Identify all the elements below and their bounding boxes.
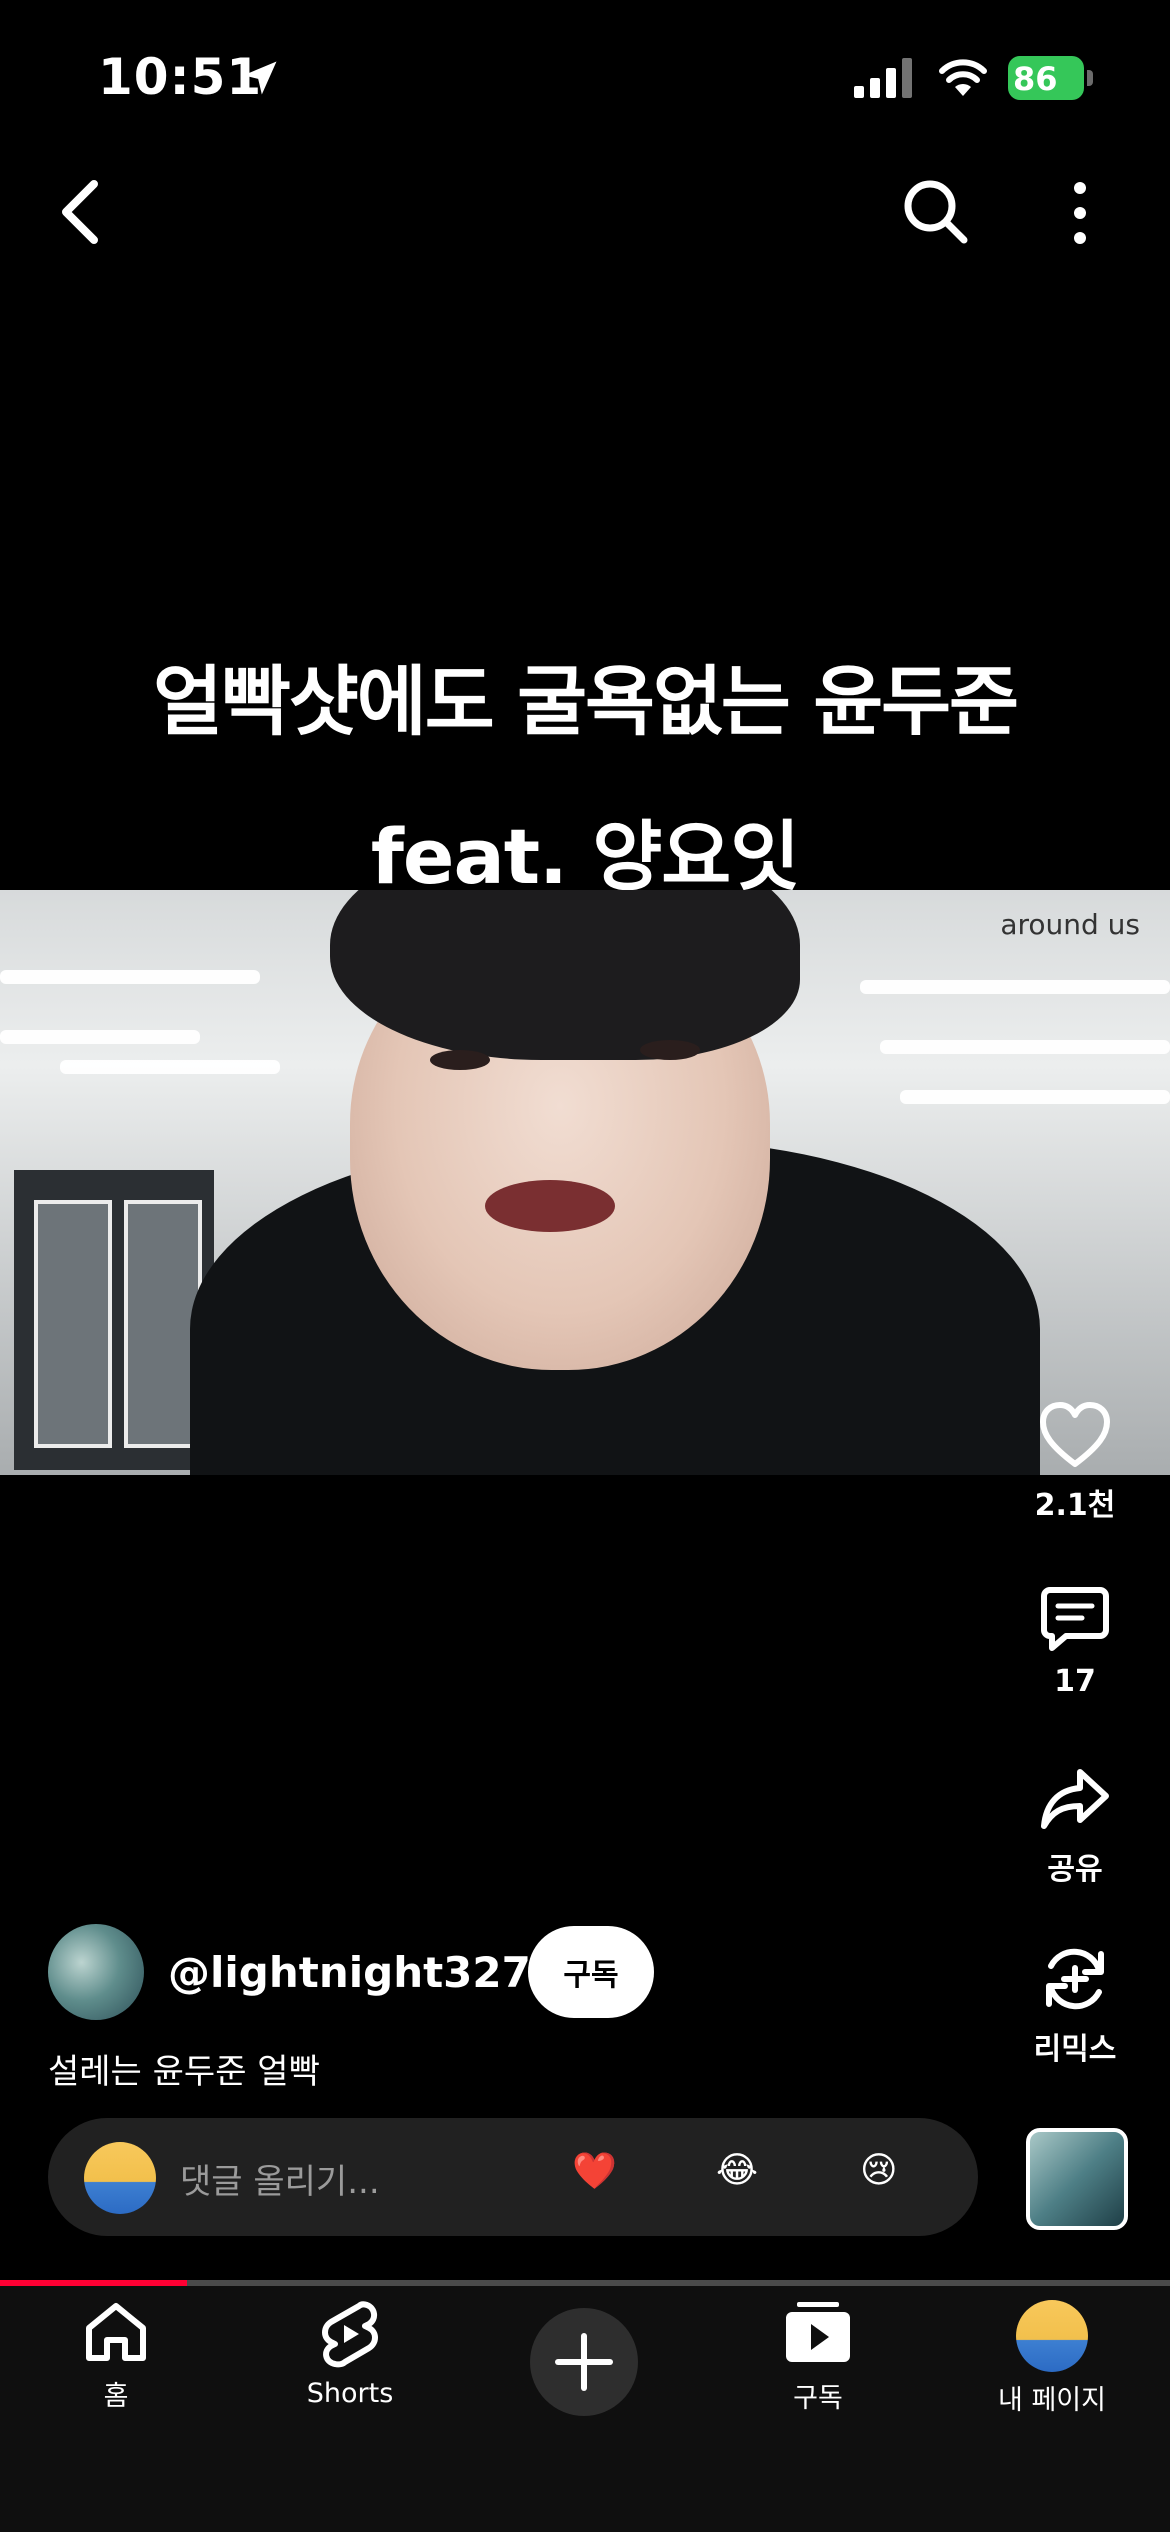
video-caption-line1: 얼빡샷에도 굴욕없는 윤두준 [153,657,1019,746]
comment-icon [1041,1587,1109,1651]
nav-home-label: 홈 [103,2381,129,2412]
nav-my-page[interactable]: 내 페이지 [952,2300,1152,2417]
comment-placeholder[interactable]: 댓글 올리기... [180,2154,380,2203]
cellular-signal-icon [854,58,912,98]
like-count: 2.1천 [1034,1488,1116,1523]
remix-label: 리믹스 [1033,2032,1117,2067]
remix-button[interactable]: 리믹스 [1010,1944,1140,2068]
sound-remix-thumbnail[interactable] [1026,2128,1128,2230]
battery-level: 86 [1013,60,1058,98]
watermark-logo: around us [1000,908,1140,941]
location-arrow-icon [243,61,277,95]
shorts-icon [322,2301,378,2368]
channel-avatar[interactable] [48,1924,144,2020]
search-icon[interactable] [900,176,970,246]
share-icon [1041,1769,1109,1829]
emoji-cry-button[interactable]: 😢 [860,2150,898,2191]
subscribe-button[interactable]: 구독 [528,1926,654,2018]
nav-subscriptions-label: 구독 [793,2383,843,2414]
user-avatar [84,2142,156,2214]
nav-subscriptions[interactable]: 구독 [718,2300,918,2415]
create-button[interactable] [530,2308,638,2416]
wifi-icon [939,59,987,96]
more-options-icon[interactable] [1060,180,1100,246]
nav-shorts[interactable]: Shorts [250,2300,450,2409]
emoji-laugh-button[interactable]: 😂 [716,2150,758,2191]
background-door [14,1170,214,1470]
subscriptions-icon [786,2302,850,2362]
nav-home[interactable]: 홈 [16,2300,216,2413]
video-description[interactable]: 설레는 윤두준 얼빡 [48,2044,320,2093]
share-button[interactable]: 공유 [1010,1764,1140,1888]
profile-avatar [1016,2300,1088,2372]
plus-icon [555,2333,613,2391]
remix-icon [1046,1948,1104,2010]
like-button[interactable]: 2.1천 [1010,1400,1140,1524]
person-mouth [485,1180,615,1232]
battery-indicator: 86 [1008,56,1094,100]
heart-icon [1040,1402,1110,1467]
video-caption-line2: feat. 양요잇 [370,812,800,901]
nav-my-page-label: 내 페이지 [998,2385,1106,2416]
nav-shorts-label: Shorts [306,2378,394,2409]
back-button[interactable] [50,174,114,250]
comment-count: 17 [1054,1664,1096,1699]
share-label: 공유 [1047,1852,1103,1887]
comments-button[interactable]: 17 [1010,1584,1140,1699]
emoji-heart-button[interactable]: ❤️ [572,2150,617,2192]
video-frame[interactable]: around us [0,890,1170,1475]
channel-handle[interactable]: @lightnight3274 [168,1948,560,1997]
home-icon [86,2303,146,2361]
